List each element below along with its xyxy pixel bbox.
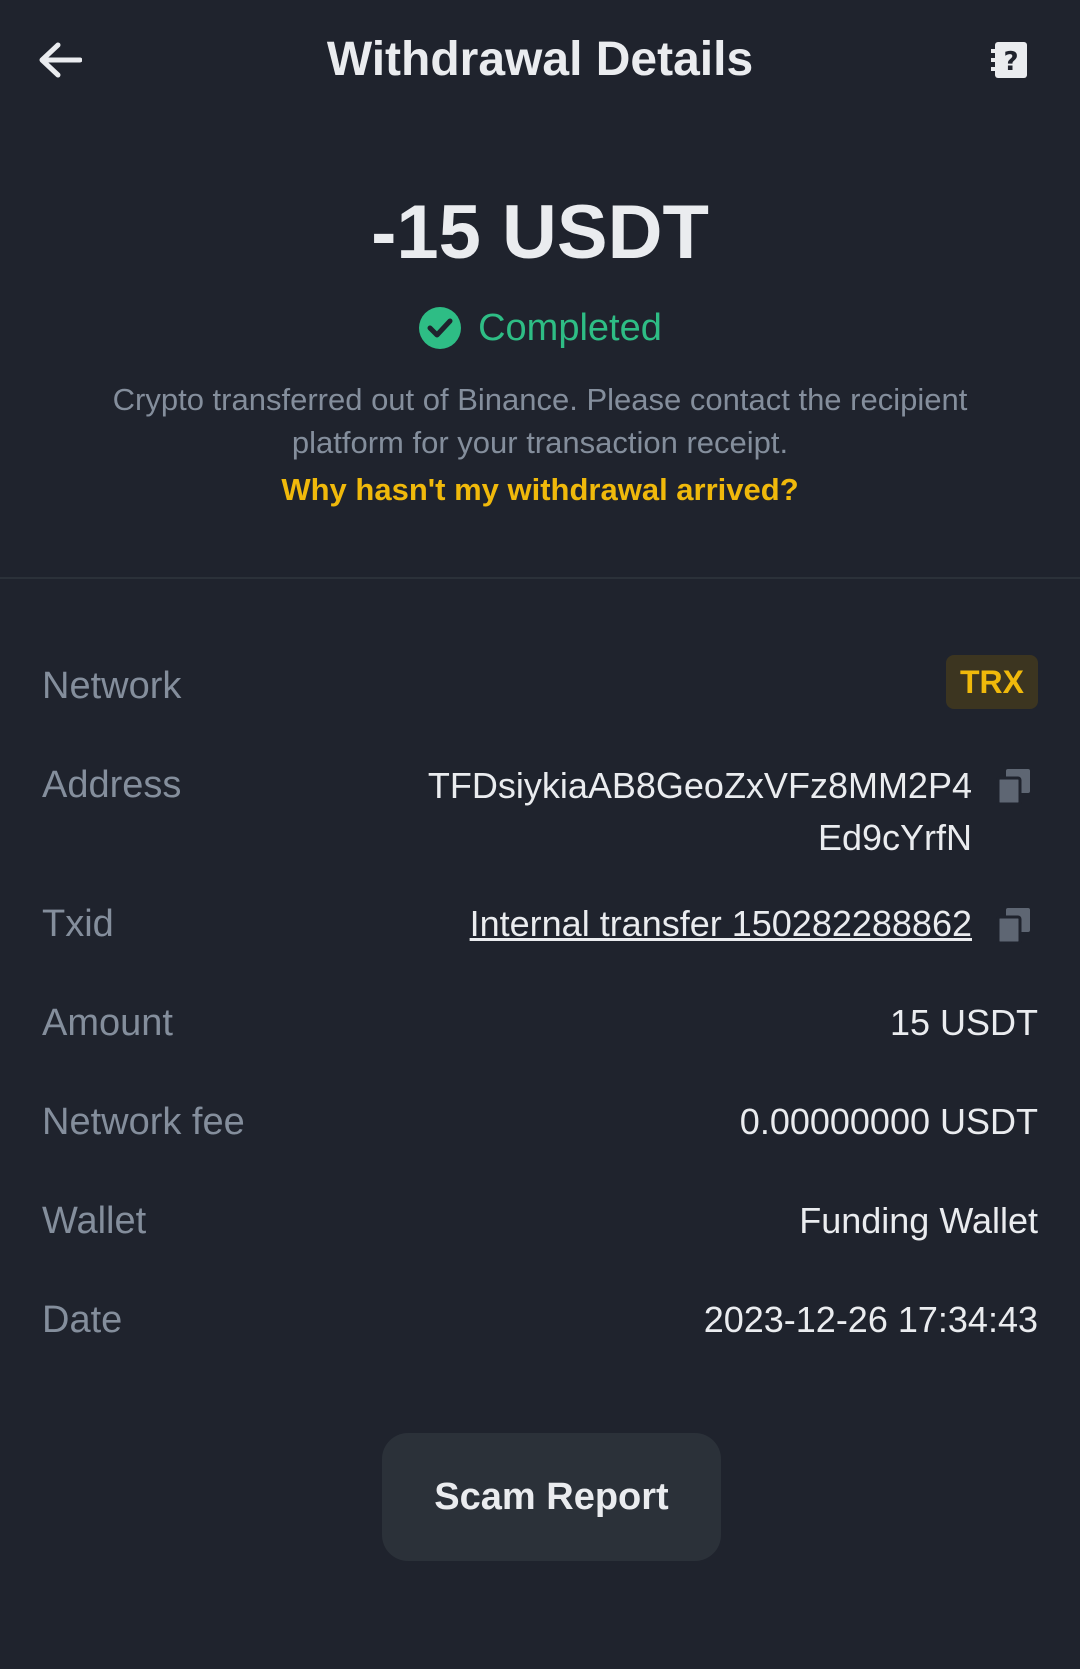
scam-report-button[interactable]: Scam Report	[382, 1433, 721, 1561]
withdrawal-help-link[interactable]: Why hasn't my withdrawal arrived?	[0, 468, 1080, 512]
address-row: Address TFDsiykiaAB8GeoZxVFz8MM2P4Ed9cYr…	[42, 760, 1038, 860]
date-label: Date	[42, 1299, 123, 1341]
help-button[interactable]: ?	[980, 30, 1040, 90]
section-divider	[0, 577, 1080, 579]
status-description: Crypto transferred out of Binance. Pleas…	[112, 382, 968, 460]
network-badge: TRX	[946, 655, 1038, 709]
status-indicator: Completed	[0, 300, 1080, 356]
date-value: 2023-12-26 17:34:43	[703, 1299, 1038, 1340]
wallet-label: Wallet	[42, 1200, 147, 1242]
amount-value: 15 USDT	[889, 1002, 1038, 1043]
help-document-icon: ?	[991, 42, 1027, 78]
svg-text:?: ?	[1003, 47, 1018, 77]
network-label: Network	[42, 665, 182, 707]
status-text: Completed	[478, 307, 662, 349]
page-title: Withdrawal Details	[326, 33, 754, 86]
check-circle-icon	[419, 307, 462, 349]
txid-link[interactable]: Internal transfer 150282288862	[470, 899, 972, 949]
copy-address-icon[interactable]	[994, 766, 1034, 806]
fee-label: Network fee	[42, 1101, 245, 1143]
txid-label: Txid	[42, 903, 114, 945]
amount-label: Amount	[42, 1002, 173, 1044]
wallet-value: Funding Wallet	[799, 1200, 1038, 1241]
address-label: Address	[42, 764, 182, 806]
top-bar: Withdrawal Details ?	[0, 0, 1080, 120]
copy-txid-icon[interactable]	[994, 905, 1034, 945]
withdrawal-amount: -15 USDT	[371, 190, 709, 275]
address-value: TFDsiykiaAB8GeoZxVFz8MM2P4Ed9cYrfN	[427, 765, 972, 858]
fee-value: 0.00000000 USDT	[739, 1101, 1038, 1142]
